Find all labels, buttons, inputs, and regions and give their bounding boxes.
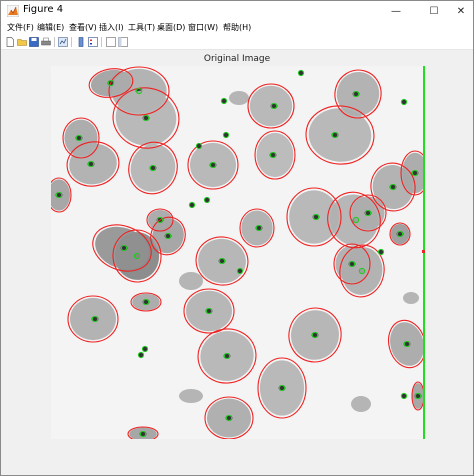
axes-title: Original Image xyxy=(203,54,271,64)
debris xyxy=(403,292,419,304)
debris xyxy=(351,396,371,412)
maximize-icon: ☐ xyxy=(429,5,439,17)
open-file-icon[interactable] xyxy=(17,37,27,47)
close-icon: ✕ xyxy=(456,5,466,17)
menu-view[interactable]: 查看(V) xyxy=(69,22,97,33)
minimize-button[interactable]: — xyxy=(381,1,411,21)
new-figure-icon[interactable] xyxy=(5,37,15,47)
window-title: Figure 4 xyxy=(23,4,64,15)
menu-bar: 文件(F) 编辑(E) 查看(V) 插入(I) 工具(T) 桌面(D) 窗口(W… xyxy=(1,21,473,35)
debris xyxy=(179,389,203,403)
cell-image xyxy=(51,66,425,439)
minimize-icon: — xyxy=(391,5,401,17)
menu-edit[interactable]: 编辑(E) xyxy=(37,22,64,33)
image-axes[interactable] xyxy=(51,66,425,439)
insert-colorbar-icon[interactable] xyxy=(76,37,86,47)
menu-insert[interactable]: 插入(I) xyxy=(99,22,124,33)
menu-help[interactable]: 帮助(H) xyxy=(223,22,251,33)
toolbar-separator xyxy=(71,37,72,47)
menu-file[interactable]: 文件(F) xyxy=(7,22,34,33)
title-bar: Figure 4 — ☐ ✕ xyxy=(1,1,473,21)
debris xyxy=(229,91,249,105)
menu-window[interactable]: 窗口(W) xyxy=(188,22,218,33)
close-button[interactable]: ✕ xyxy=(446,1,473,21)
hide-plot-tools-icon[interactable] xyxy=(106,37,116,47)
menu-tools[interactable]: 工具(T) xyxy=(128,22,155,33)
menu-desktop[interactable]: 桌面(D) xyxy=(157,22,185,33)
show-plot-tools-icon[interactable] xyxy=(118,37,128,47)
toolbar-separator xyxy=(54,37,55,47)
toolbar-separator xyxy=(101,37,102,47)
link-plot-icon[interactable] xyxy=(58,37,68,47)
print-icon[interactable] xyxy=(41,37,51,47)
boundary-marker xyxy=(422,250,425,253)
maximize-button[interactable]: ☐ xyxy=(419,1,449,21)
matlab-figure-icon xyxy=(7,5,19,17)
insert-legend-icon[interactable] xyxy=(88,37,98,47)
debris xyxy=(179,272,203,290)
figure-window: Figure 4 — ☐ ✕ 文件(F) 编辑(E) 查看(V) 插入(I) 工… xyxy=(0,0,474,476)
save-icon[interactable] xyxy=(29,37,39,47)
toolbar xyxy=(1,35,473,50)
